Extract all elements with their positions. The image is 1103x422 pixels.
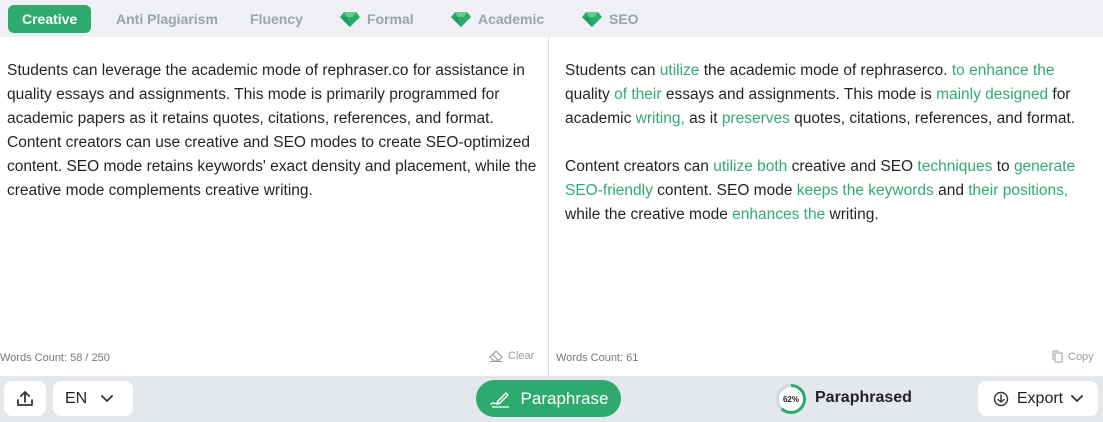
unchanged-text: quotes, citations, references, and forma… bbox=[789, 110, 1076, 127]
mode-tab-fluency[interactable]: Fluency bbox=[250, 5, 303, 33]
gem-icon bbox=[451, 12, 471, 27]
paraphrase-button[interactable]: Paraphrase bbox=[476, 380, 621, 417]
unchanged-text: Students can bbox=[565, 62, 660, 79]
unchanged-text: and bbox=[933, 182, 969, 199]
unchanged-text: the academic mode of rephraserco. bbox=[699, 62, 952, 79]
unchanged-text: to bbox=[992, 158, 1014, 175]
copy-label: Copy bbox=[1068, 350, 1094, 363]
export-button[interactable]: Export bbox=[978, 381, 1098, 416]
copy-icon bbox=[1052, 350, 1063, 363]
eraser-icon bbox=[489, 350, 503, 362]
mode-bar: Creative Anti Plagiarism Fluency Formal … bbox=[0, 0, 1103, 37]
mode-tab-label: Academic bbox=[478, 11, 545, 27]
mode-tab-label: SEO bbox=[609, 11, 639, 27]
download-icon bbox=[993, 391, 1009, 406]
mode-tab-seo[interactable]: SEO bbox=[582, 5, 639, 33]
progress-ring: 62% bbox=[775, 380, 807, 418]
mode-tab-anti-plagiarism[interactable]: Anti Plagiarism bbox=[116, 5, 218, 33]
paraphrase-pen-icon bbox=[489, 391, 509, 408]
paraphrase-label: Paraphrase bbox=[520, 388, 609, 408]
changed-phrase[interactable]: enhances the bbox=[732, 206, 825, 223]
chevron-down-icon bbox=[101, 394, 114, 402]
progress-ring-graphic: 62% bbox=[776, 384, 806, 414]
mode-tab-creative[interactable]: Creative bbox=[8, 5, 92, 33]
changed-phrase[interactable]: mainly designed bbox=[936, 86, 1048, 103]
changed-phrase[interactable]: utilize bbox=[660, 62, 700, 79]
input-panel[interactable]: Students can leverage the academic mode … bbox=[0, 37, 548, 376]
changed-phrase[interactable]: utilize both bbox=[713, 158, 787, 175]
unchanged-text: writing. bbox=[825, 206, 879, 223]
mode-tab-academic[interactable]: Academic bbox=[451, 5, 544, 33]
mode-tab-label: Creative bbox=[22, 11, 78, 27]
output-paragraph: Content creators can utilize both creati… bbox=[565, 155, 1095, 227]
input-word-count: Words Count: 58 / 250 bbox=[0, 352, 110, 364]
input-paragraph: Content creators can use creative and SE… bbox=[7, 134, 537, 199]
mode-tab-label: Anti Plagiarism bbox=[116, 11, 218, 27]
mode-tab-formal[interactable]: Formal bbox=[340, 5, 414, 33]
clear-label: Clear bbox=[508, 350, 535, 362]
unchanged-text: content. SEO mode bbox=[652, 182, 797, 199]
unchanged-text: creative and SEO bbox=[787, 158, 918, 175]
language-value: EN bbox=[65, 389, 88, 407]
status-label: Paraphrased bbox=[815, 389, 912, 406]
chevron-down-icon bbox=[1071, 394, 1084, 402]
changed-phrase[interactable]: techniques bbox=[917, 158, 992, 175]
output-word-count: Words Count: 61 bbox=[556, 352, 639, 364]
changed-phrase[interactable]: of their bbox=[614, 86, 661, 103]
language-select[interactable]: EN bbox=[53, 381, 133, 416]
changed-phrase[interactable]: writing, bbox=[636, 110, 685, 127]
mode-tab-label: Fluency bbox=[250, 11, 303, 27]
export-label: Export bbox=[1016, 389, 1064, 407]
output-panel: Students can utilize the academic mode o… bbox=[549, 37, 1103, 376]
changed-phrase[interactable]: keeps the keywords bbox=[797, 182, 934, 199]
copy-button[interactable]: Copy bbox=[1052, 350, 1094, 363]
unchanged-text: while the creative mode bbox=[565, 206, 733, 223]
input-text[interactable]: Students can leverage the academic mode … bbox=[7, 59, 537, 203]
mode-tab-label: Formal bbox=[367, 11, 414, 27]
upload-icon bbox=[17, 390, 33, 406]
unchanged-text: essays and assignments. This mode is bbox=[661, 86, 937, 103]
changed-phrase[interactable]: to enhance the bbox=[952, 62, 1055, 79]
upload-button[interactable] bbox=[4, 381, 46, 416]
progress-percent: 62% bbox=[783, 395, 799, 404]
bottom-toolbar: EN Paraphrase 62% Paraphrased Export bbox=[0, 376, 1103, 422]
output-paragraph: Students can utilize the academic mode o… bbox=[565, 59, 1095, 131]
gem-icon bbox=[582, 12, 602, 27]
unchanged-text: as it bbox=[684, 110, 722, 127]
input-paragraph: Students can leverage the academic mode … bbox=[7, 62, 525, 127]
changed-phrase[interactable]: their positions, bbox=[968, 182, 1068, 199]
clear-button[interactable]: Clear bbox=[489, 350, 534, 362]
gem-icon bbox=[340, 12, 360, 27]
changed-phrase[interactable]: preserves bbox=[722, 110, 790, 127]
unchanged-text: Content creators can bbox=[565, 158, 714, 175]
unchanged-text: quality bbox=[565, 86, 615, 103]
output-text: Students can utilize the academic mode o… bbox=[565, 59, 1095, 227]
